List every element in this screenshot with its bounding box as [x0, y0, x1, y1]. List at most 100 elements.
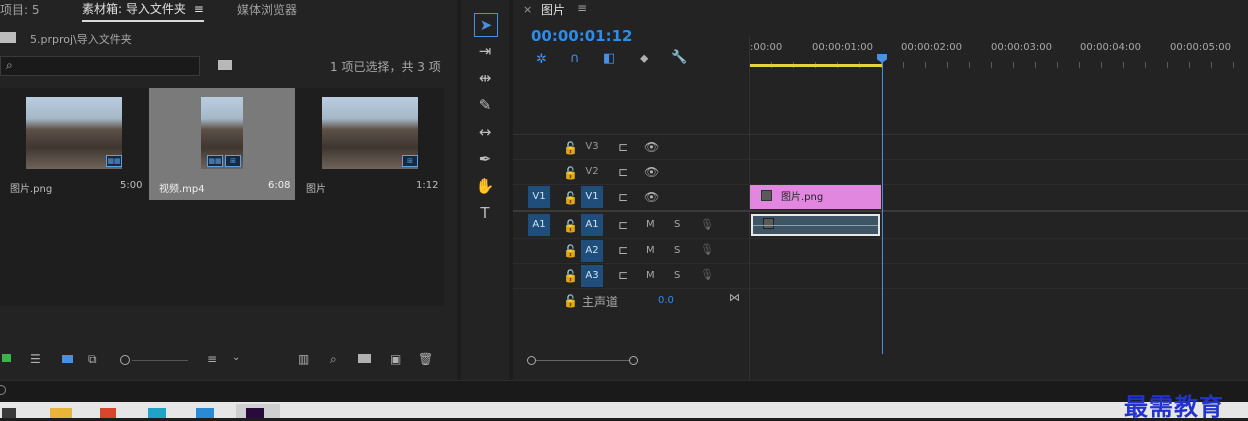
track-label-a1[interactable]: A1: [581, 214, 603, 236]
track-lock-icon[interactable]: 🔓: [563, 219, 578, 233]
bin-path: 5.prproj\导入文件夹: [30, 33, 132, 46]
fx-badge-icon: [761, 190, 772, 201]
wrench-icon[interactable]: 🔧: [671, 50, 687, 65]
list-view-icon[interactable]: ☰: [30, 352, 41, 366]
master-volume-value[interactable]: 0.0: [658, 295, 674, 306]
new-bin-icon[interactable]: [358, 354, 371, 363]
solo-button[interactable]: S: [674, 245, 680, 256]
trash-icon[interactable]: 🗑: [418, 352, 433, 366]
eye-icon[interactable]: 👁: [644, 190, 659, 204]
source-patch-a1[interactable]: A1: [528, 214, 550, 236]
track-select-tool-icon[interactable]: ⇥: [474, 40, 496, 62]
timeline-close-icon[interactable]: ×: [523, 3, 532, 16]
windows-start-icon[interactable]: [2, 408, 16, 418]
solo-button[interactable]: S: [674, 219, 680, 230]
new-item-icon[interactable]: ▣: [390, 352, 401, 366]
type-tool-icon[interactable]: T: [474, 202, 496, 224]
file-explorer-icon[interactable]: [50, 408, 72, 418]
browser-icon[interactable]: [148, 408, 166, 418]
pen-tool-icon[interactable]: ✒: [474, 148, 496, 170]
slip-tool-icon[interactable]: ↔: [474, 121, 496, 143]
track-lock-icon[interactable]: 🔓: [563, 244, 578, 258]
timecode-display[interactable]: 00:00:01:12: [531, 27, 633, 45]
scrollbar-left-handle[interactable]: [527, 356, 536, 365]
sync-lock-icon[interactable]: ⊏: [618, 165, 628, 179]
sync-lock-icon[interactable]: ⊏: [618, 140, 628, 154]
razor-tool-icon[interactable]: ✎: [474, 94, 496, 116]
mute-button[interactable]: M: [646, 245, 655, 256]
microphone-icon[interactable]: 🎙: [700, 243, 714, 256]
sync-lock-icon[interactable]: ⊏: [618, 268, 628, 282]
track-label-v1[interactable]: V1: [581, 186, 603, 208]
zoom-slider-handle[interactable]: [120, 355, 130, 365]
hand-tool-icon[interactable]: ✋: [474, 175, 496, 197]
selection-status: 1 项已选择，共 3 项: [330, 60, 441, 74]
track-label-a3[interactable]: A3: [581, 265, 603, 287]
linked-selection-icon[interactable]: ◧: [603, 51, 615, 66]
mute-button[interactable]: M: [646, 219, 655, 230]
media-item-selected[interactable]: ▦▦ ⊞ 视频.mp4 6:08: [149, 88, 295, 200]
track-lock-icon[interactable]: 🔓: [563, 141, 578, 155]
work-area-bar[interactable]: [750, 64, 882, 67]
media-item-name: 图片.png: [10, 184, 53, 195]
video-clip-label: 图片.png: [781, 192, 824, 203]
eye-icon[interactable]: 👁: [644, 140, 659, 154]
search-input[interactable]: [0, 56, 200, 76]
search-icon: ⌕: [6, 58, 13, 72]
lock-icon[interactable]: [2, 354, 11, 362]
ruler-tick-label: 00:00:01:00: [812, 42, 874, 53]
media-item-name: 图片: [306, 184, 326, 195]
audio-clip[interactable]: [751, 214, 880, 236]
mute-button[interactable]: M: [646, 270, 655, 281]
media-item[interactable]: ▦▦ 图片.png 5:00: [0, 88, 148, 200]
panel-menu-icon[interactable]: ≡: [194, 2, 204, 16]
sync-lock-icon[interactable]: ⊏: [618, 243, 628, 257]
track-lock-icon[interactable]: 🔓: [563, 191, 578, 205]
track-label-v3[interactable]: V3: [578, 135, 606, 159]
app-icon[interactable]: [100, 408, 116, 418]
tab-bin-label: 素材箱: 导入文件夹: [82, 2, 186, 16]
nest-icon[interactable]: ✲: [536, 52, 547, 67]
automate-to-sequence-icon[interactable]: ▥: [298, 352, 309, 366]
snap-icon[interactable]: ∩: [570, 51, 580, 66]
source-patch-v1[interactable]: V1: [528, 186, 550, 208]
eye-icon[interactable]: 👁: [644, 165, 659, 179]
go-to-edit-point-icon[interactable]: ⋈: [729, 291, 740, 304]
microphone-icon[interactable]: 🎙: [700, 268, 714, 281]
sort-icon[interactable]: ≡: [207, 352, 217, 366]
track-lock-icon[interactable]: 🔓: [563, 294, 578, 308]
chevron-down-icon[interactable]: ⌄: [232, 352, 240, 363]
media-item[interactable]: ⊞ 图片 1:12: [296, 88, 444, 200]
tab-bin[interactable]: 素材箱: 导入文件夹 ≡: [82, 0, 204, 22]
freeform-view-icon[interactable]: ⧉: [88, 352, 97, 367]
folder-up-icon[interactable]: [0, 32, 16, 43]
selection-tool-icon[interactable]: ➤: [474, 13, 498, 37]
sync-lock-icon[interactable]: ⊏: [618, 218, 628, 232]
video-clip[interactable]: 图片.png: [750, 185, 881, 209]
new-search-bin-icon[interactable]: [218, 60, 232, 70]
zoom-slider[interactable]: [120, 355, 188, 365]
timeline-tab-title[interactable]: 图片: [541, 1, 565, 18]
solo-button[interactable]: S: [674, 270, 680, 281]
sync-lock-icon[interactable]: ⊏: [618, 190, 628, 204]
microphone-icon[interactable]: 🎙: [700, 218, 714, 231]
track-label-a2[interactable]: A2: [581, 240, 603, 262]
timeline-scrollbar[interactable]: [527, 356, 638, 366]
ruler-tick-label: 00:00:02:00: [901, 42, 963, 53]
scrollbar-track: [536, 360, 630, 361]
sequence-badge-icon: ⊞: [402, 155, 418, 167]
panel-menu-icon[interactable]: ≡: [577, 1, 587, 15]
track-lock-icon[interactable]: 🔓: [563, 166, 578, 180]
add-marker-icon[interactable]: ⬥: [640, 51, 648, 66]
app-icon[interactable]: [196, 408, 214, 418]
scrollbar-right-handle[interactable]: [629, 356, 638, 365]
premiere-logo-icon: [246, 408, 264, 418]
find-icon[interactable]: ⌕: [330, 352, 337, 367]
track-label-v2[interactable]: V2: [578, 160, 606, 184]
ripple-edit-tool-icon[interactable]: ⇹: [474, 67, 496, 89]
tab-media-browser[interactable]: 媒体浏览器: [237, 1, 297, 18]
ruler-tick-label: 00:00:05:00: [1170, 42, 1232, 53]
tab-project[interactable]: 项目: 5: [0, 1, 40, 18]
icon-view-icon[interactable]: [62, 355, 73, 363]
track-lock-icon[interactable]: 🔓: [563, 269, 578, 283]
